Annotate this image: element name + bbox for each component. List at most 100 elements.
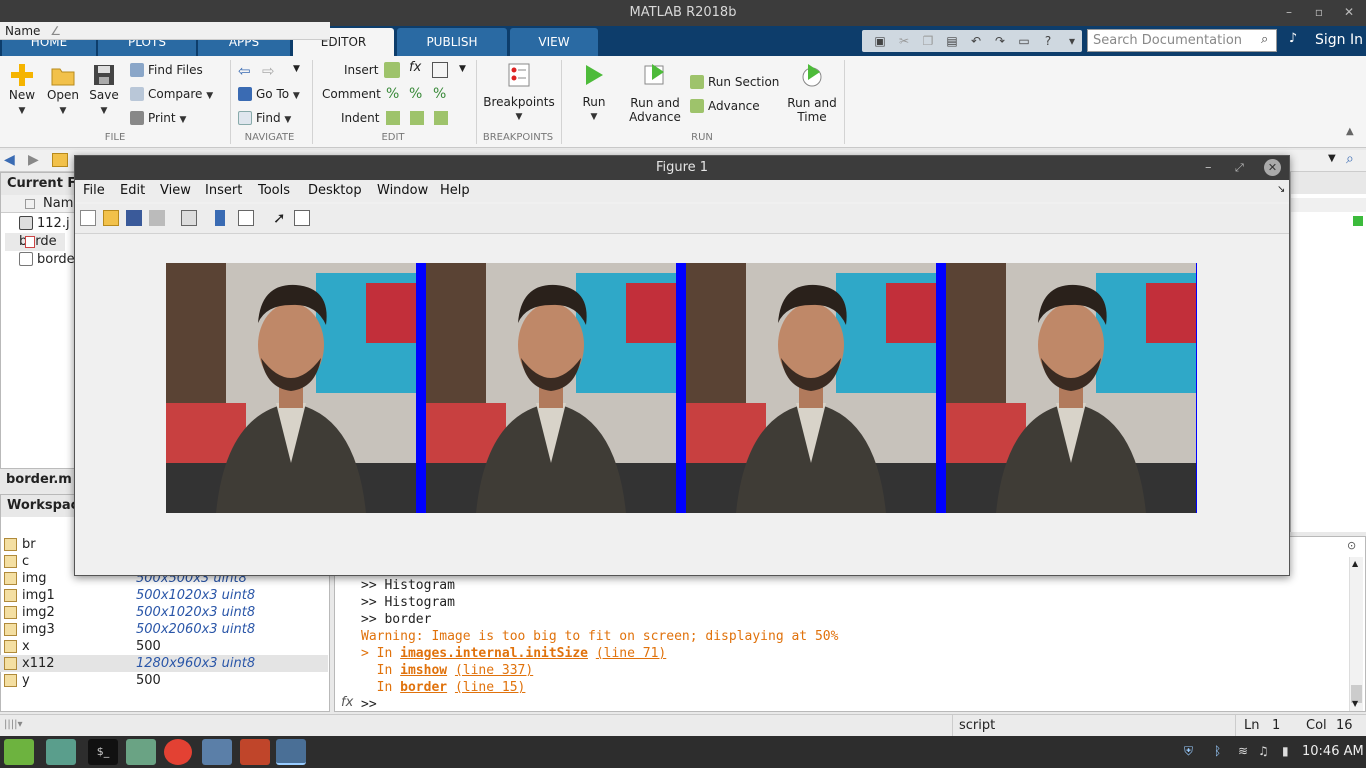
name-column-header[interactable]: Name (5, 24, 40, 38)
tab-view[interactable]: VIEW (510, 28, 598, 56)
insert-block-icon[interactable] (432, 62, 448, 78)
show-plot-tools-icon[interactable] (294, 210, 310, 226)
redo-icon[interactable]: ↷ (992, 33, 1008, 49)
insert-function-icon[interactable]: fx (409, 60, 421, 75)
workspace-variable-row[interactable]: y 500 (0, 672, 328, 689)
menu-edit[interactable]: Edit (120, 183, 145, 198)
run-button[interactable]: Run ▼ (574, 62, 614, 130)
smart-indent-icon[interactable] (386, 111, 400, 125)
workspace-variable-row[interactable]: img3 500x2060x3 uint8 (0, 621, 328, 638)
compare-button[interactable]: Compare ▼ (130, 84, 213, 104)
comment-percent-icon[interactable]: % (386, 86, 399, 102)
new-button[interactable]: New ▼ (6, 62, 38, 116)
breakpoints-button[interactable]: Breakpoints ▼ (483, 62, 555, 130)
save-button[interactable]: Save ▼ (88, 62, 120, 116)
workspace-variable-row[interactable]: x112 1280x960x3 uint8 (0, 655, 328, 672)
trace-function-link[interactable]: imshow (400, 663, 447, 678)
matlab-window-icon[interactable] (276, 739, 306, 765)
figure-minimize-icon[interactable]: – (1205, 156, 1212, 180)
close-icon[interactable]: ✕ (1334, 0, 1364, 26)
chrome-icon[interactable] (164, 739, 192, 765)
trace-function-link[interactable]: images.internal.initSize (400, 646, 588, 661)
scroll-down-icon[interactable]: ▼ (1352, 699, 1358, 708)
wifi-icon[interactable]: ≋ (1238, 744, 1248, 758)
clock[interactable]: 10:46 AM (1302, 744, 1364, 759)
browse-search-icon[interactable]: ⌕ (1346, 151, 1354, 167)
notification-bell-icon[interactable]: ♪ (1284, 31, 1302, 49)
menu-insert[interactable]: Insert (205, 183, 242, 198)
workspace-variable-row[interactable]: img1 500x1020x3 uint8 (0, 587, 328, 604)
uncomment-icon[interactable]: % (409, 86, 422, 102)
dock-figure-icon[interactable]: ↘ (1277, 184, 1285, 195)
workspace-variable-row[interactable]: img2 500x1020x3 uint8 (0, 604, 328, 621)
files-icon[interactable] (126, 739, 156, 765)
sort-arrow-icon[interactable]: ∠ (50, 24, 61, 38)
sign-in-button[interactable]: Sign In (1312, 26, 1366, 56)
find-button[interactable]: Find ▼ (238, 108, 291, 128)
cut-icon[interactable]: ✂ (896, 33, 912, 49)
bluetooth-icon[interactable]: ᛒ (1214, 744, 1221, 758)
open-button[interactable]: Open ▼ (44, 62, 82, 116)
find-files-button[interactable]: Find Files (130, 60, 203, 80)
open-file-icon[interactable] (103, 210, 119, 226)
path-dropdown-icon[interactable]: ▼ (1328, 153, 1336, 164)
run-and-advance-button[interactable]: Run and Advance (626, 62, 684, 124)
go-to-button[interactable]: Go To ▼ (238, 84, 300, 104)
advance-button[interactable]: Advance (690, 96, 760, 116)
terminal-icon[interactable]: $_ (88, 739, 118, 765)
trace-line-link[interactable]: (line 71) (596, 646, 666, 661)
screenshot-icon[interactable] (202, 739, 232, 765)
help-icon[interactable]: ? (1040, 33, 1056, 49)
maximize-icon[interactable]: ▫ (1304, 0, 1334, 26)
decrease-indent-icon[interactable] (434, 111, 448, 125)
scroll-up-icon[interactable]: ▲ (1352, 559, 1358, 568)
copy-icon[interactable]: ❐ (920, 33, 936, 49)
show-desktop-icon[interactable] (46, 739, 76, 765)
insert-colorbar-icon[interactable] (215, 210, 225, 226)
forward-icon[interactable]: ▶ (28, 152, 39, 168)
back-icon[interactable]: ◀ (4, 152, 15, 168)
trace-line-link[interactable]: (line 15) (455, 680, 525, 695)
trace-function-link[interactable]: border (400, 680, 447, 695)
figure-maximize-icon[interactable]: ⤢ (1235, 156, 1244, 180)
name-column-header[interactable]: Nam (43, 196, 73, 211)
switch-windows-icon[interactable]: ▭ (1016, 33, 1032, 49)
run-and-time-button[interactable]: Run and Time (786, 62, 838, 124)
insert-legend-icon[interactable] (238, 210, 254, 226)
run-section-button[interactable]: Run Section (690, 72, 779, 92)
history-dropdown-icon[interactable]: ▼ (293, 64, 300, 74)
matlab-launcher-icon[interactable] (240, 739, 270, 765)
menu-file[interactable]: File (83, 183, 105, 198)
search-icon[interactable]: ⌕ (1261, 32, 1268, 47)
new-figure-icon[interactable] (80, 210, 96, 226)
insert-dropdown-icon[interactable]: ▼ (459, 64, 466, 74)
wrap-comments-icon[interactable]: % (433, 86, 446, 102)
link-plot-icon[interactable] (181, 210, 197, 226)
image-axes[interactable] (166, 263, 1197, 513)
workspace-variable-row[interactable]: x 500 (0, 638, 328, 655)
file-item[interactable]: 112.j (19, 215, 70, 233)
save-figure-icon[interactable] (126, 210, 142, 226)
folder-up-icon[interactable] (52, 153, 68, 167)
file-item[interactable]: borde (19, 251, 75, 269)
menu-help[interactable]: Help (440, 183, 470, 198)
dropdown-icon[interactable]: ▾ (1064, 33, 1080, 49)
menu-desktop[interactable]: Desktop (308, 183, 362, 198)
command-window-menu-icon[interactable]: ⊙ (1347, 539, 1356, 552)
insert-section-icon[interactable] (384, 62, 400, 78)
print-button[interactable]: Print ▼ (130, 108, 186, 128)
paste-icon[interactable]: ▤ (944, 33, 960, 49)
search-documentation-input[interactable]: Search Documentation (1087, 29, 1277, 52)
figure-close-icon[interactable]: ✕ (1264, 159, 1281, 176)
minimize-icon[interactable]: – (1274, 0, 1304, 26)
command-window-scrollbar[interactable]: ▲ ▼ (1349, 557, 1363, 711)
back-arrow-icon[interactable]: ⇦ (238, 62, 251, 80)
collapse-toolstrip-icon[interactable]: ▲ (1346, 126, 1354, 137)
battery-icon[interactable]: ▮ (1282, 744, 1289, 758)
shield-icon[interactable]: ⛨ (1184, 744, 1193, 759)
print-figure-icon[interactable] (149, 210, 165, 226)
increase-indent-icon[interactable] (410, 111, 424, 125)
trace-line-link[interactable]: (line 337) (455, 663, 533, 678)
save-icon[interactable]: ▣ (872, 33, 888, 49)
file-item[interactable]: borde (5, 233, 65, 251)
